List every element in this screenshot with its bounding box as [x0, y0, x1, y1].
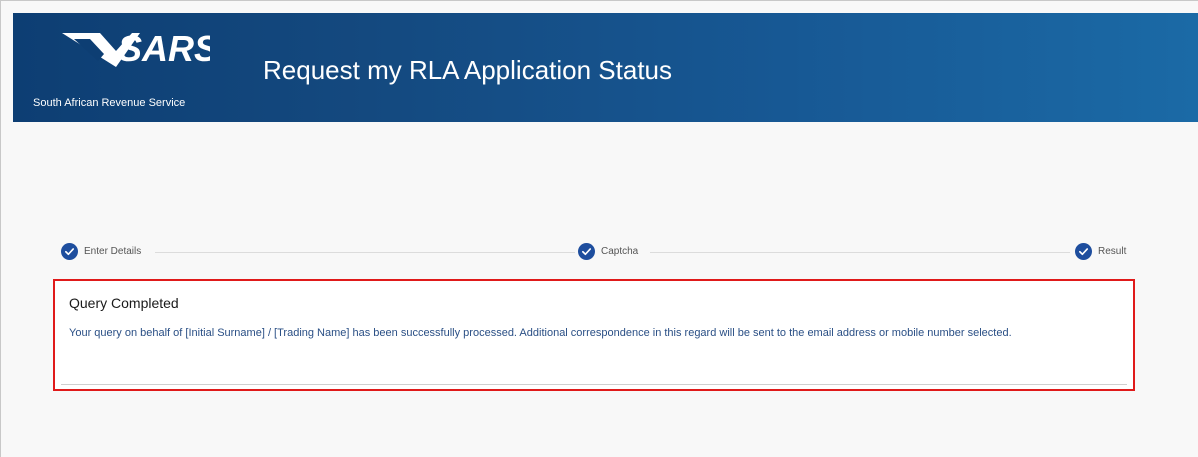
card-divider [61, 384, 1127, 385]
step-enter-details: Enter Details [61, 243, 141, 260]
sars-logo: SARS South African Revenue Service [33, 27, 213, 112]
result-title: Query Completed [69, 295, 179, 311]
page-frame: SARS South African Revenue Service Reque… [0, 0, 1198, 457]
check-icon [578, 243, 595, 260]
step-label: Captcha [601, 246, 639, 257]
page-title: Request my RLA Application Status [263, 55, 673, 85]
progress-stepper: Enter Details Captcha Result [45, 235, 1149, 271]
sars-logo-mark: SARS [62, 28, 210, 69]
check-icon [61, 243, 78, 260]
logo-text: SARS [118, 28, 210, 69]
step-label: Result [1098, 246, 1127, 257]
step-connector [155, 252, 575, 253]
step-connector [650, 252, 1070, 253]
logo-subtitle: South African Revenue Service [33, 97, 186, 109]
page-header: SARS South African Revenue Service Reque… [13, 13, 1198, 122]
step-captcha: Captcha [578, 243, 638, 260]
result-message: Your query on behalf of [Initial Surname… [69, 327, 1012, 339]
step-result: Result [1075, 243, 1126, 260]
check-icon [1075, 243, 1092, 260]
result-card: Query Completed Your query on behalf of … [53, 279, 1135, 391]
step-label: Enter Details [84, 246, 142, 257]
